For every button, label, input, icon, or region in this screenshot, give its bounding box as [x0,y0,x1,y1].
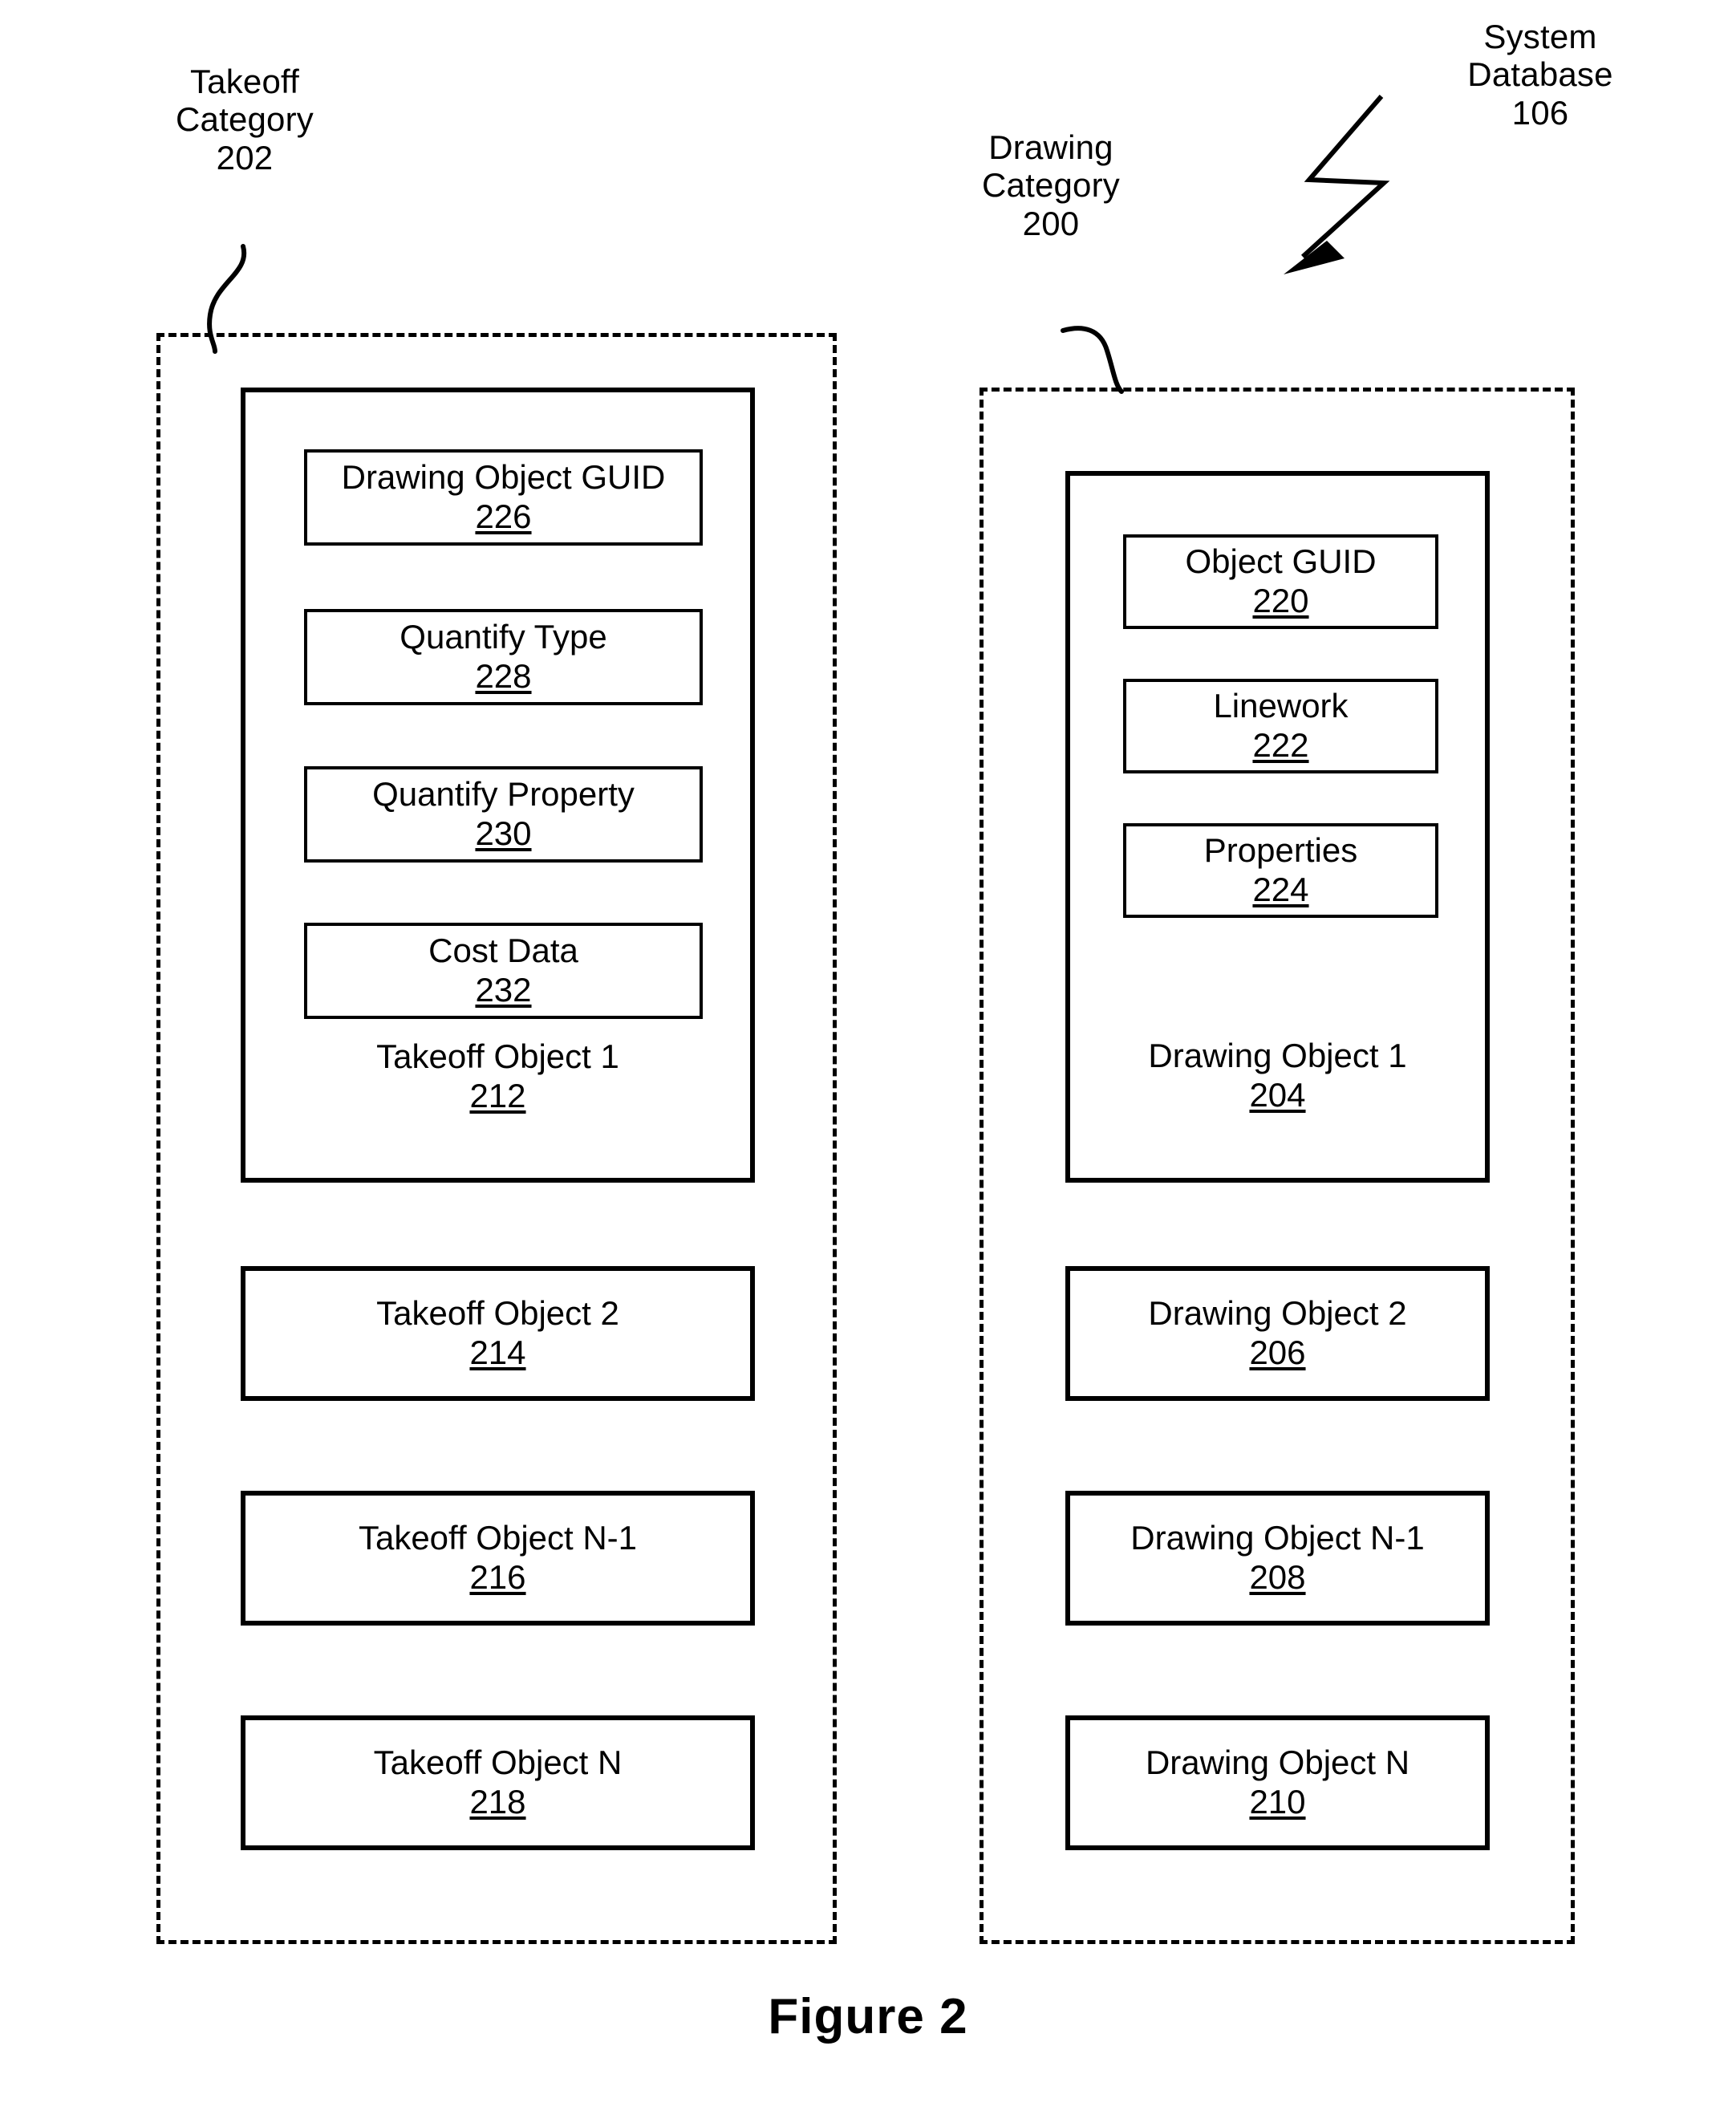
field-linework-ref: 222 [1252,725,1309,764]
drawing-object-2-box[interactable]: Drawing Object 2 206 [1065,1266,1490,1401]
drawing-object-1-label: Drawing Object 1 204 [1070,1037,1485,1114]
field-quantify-type[interactable]: Quantify Type 228 [304,609,703,705]
figure-caption: Figure 2 [768,1989,968,2044]
takeoff-object-n-1-ref: 216 [469,1557,526,1596]
drawing-object-n-1-box[interactable]: Drawing Object N-1 208 [1065,1491,1490,1626]
drawing-object-1-ref: 204 [1249,1076,1306,1114]
takeoff-object-2-box[interactable]: Takeoff Object 2 214 [241,1266,755,1401]
field-quantify-type-title: Quantify Type [400,617,607,656]
takeoff-object-1-label: Takeoff Object 1 212 [245,1037,750,1115]
takeoff-object-2-title: Takeoff Object 2 [376,1293,619,1332]
takeoff-object-1-title: Takeoff Object 1 [376,1037,619,1075]
takeoff-object-n-ref: 218 [469,1782,526,1821]
takeoff-object-2-ref: 214 [469,1333,526,1371]
field-cost-data-ref: 232 [475,970,532,1009]
field-drawing-object-guid-ref: 226 [475,497,532,535]
field-quantify-type-ref: 228 [475,656,532,695]
system-database-label: System Database 106 [1467,18,1613,132]
field-linework[interactable]: Linework 222 [1123,679,1438,773]
drawing-object-1-box[interactable]: Object GUID 220 Linework 222 Properties … [1065,471,1490,1183]
drawing-category-label: Drawing Category 200 [981,128,1121,242]
field-drawing-object-guid-title: Drawing Object GUID [341,457,666,496]
drawing-object-n-1-title: Drawing Object N-1 [1130,1518,1425,1557]
takeoff-object-n-1-box[interactable]: Takeoff Object N-1 216 [241,1491,755,1626]
field-object-guid-ref: 220 [1252,581,1309,619]
takeoff-object-n-1-title: Takeoff Object N-1 [358,1518,638,1557]
field-linework-title: Linework [1213,686,1349,725]
drawing-object-1-title: Drawing Object 1 [1148,1037,1407,1074]
drawing-object-n-box[interactable]: Drawing Object N 210 [1065,1715,1490,1850]
field-quantify-property[interactable]: Quantify Property 230 [304,766,703,863]
takeoff-object-n-title: Takeoff Object N [373,1743,623,1781]
field-cost-data-title: Cost Data [428,931,578,969]
system-database-arrowhead [1284,241,1345,274]
field-quantify-property-ref: 230 [475,814,532,852]
patent-figure-2: Takeoff Category 202 Drawing Category 20… [0,0,1736,2123]
field-quantify-property-title: Quantify Property [372,774,635,813]
drawing-object-n-title: Drawing Object N [1145,1743,1410,1781]
field-object-guid-title: Object GUID [1185,542,1377,580]
takeoff-object-n-box[interactable]: Takeoff Object N 218 [241,1715,755,1850]
field-properties-ref: 224 [1252,870,1309,908]
field-properties-title: Properties [1203,830,1358,869]
field-properties[interactable]: Properties 224 [1123,823,1438,918]
drawing-object-2-title: Drawing Object 2 [1148,1293,1407,1332]
drawing-object-n-ref: 210 [1249,1782,1306,1821]
field-cost-data[interactable]: Cost Data 232 [304,923,703,1019]
field-drawing-object-guid[interactable]: Drawing Object GUID 226 [304,449,703,546]
drawing-category-leader-line [1061,326,1124,394]
takeoff-object-1-box[interactable]: Drawing Object GUID 226 Quantify Type 22… [241,388,755,1183]
drawing-object-n-1-ref: 208 [1249,1557,1306,1596]
drawing-object-2-ref: 206 [1249,1333,1306,1371]
takeoff-object-1-ref: 212 [469,1077,526,1115]
field-object-guid[interactable]: Object GUID 220 [1123,534,1438,629]
system-database-arrow-line [1300,95,1390,259]
takeoff-category-label: Takeoff Category 202 [175,63,314,177]
